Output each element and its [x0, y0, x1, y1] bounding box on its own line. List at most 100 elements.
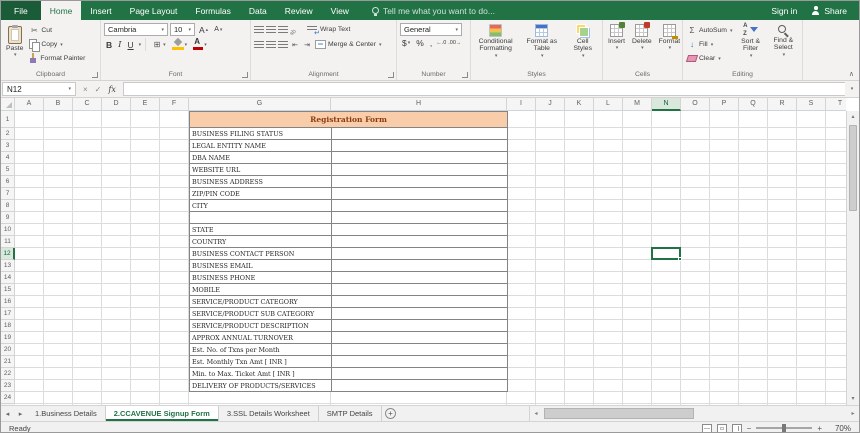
- align-bottom-icon[interactable]: [278, 25, 288, 34]
- ribbon-tab-file[interactable]: File: [1, 1, 41, 20]
- orientation-icon[interactable]: [290, 25, 300, 35]
- cell-styles-button[interactable]: Cell Styles ▾: [566, 23, 599, 60]
- autosum-button[interactable]: Σ AutoSum ▾: [686, 24, 733, 37]
- sheet-tab-1-business-details[interactable]: 1.Business Details: [27, 406, 106, 421]
- horizontal-scroll-track[interactable]: [542, 406, 847, 421]
- vertical-scrollbar[interactable]: ▴ ▾: [846, 111, 859, 405]
- row-header-14[interactable]: 14: [1, 272, 15, 284]
- italic-button[interactable]: I: [116, 40, 123, 50]
- ribbon-tab-formulas[interactable]: Formulas: [186, 1, 239, 20]
- cancel-icon[interactable]: ×: [83, 85, 88, 94]
- row-header-3[interactable]: 3: [1, 140, 15, 152]
- row-header-13[interactable]: 13: [1, 260, 15, 272]
- row-header-24[interactable]: 24: [1, 392, 15, 404]
- percent-style-button[interactable]: %: [414, 38, 426, 48]
- zoom-in-button[interactable]: +: [817, 424, 822, 433]
- ribbon-tab-page-layout[interactable]: Page Layout: [121, 1, 187, 20]
- row-header-23[interactable]: 23: [1, 380, 15, 392]
- column-header-O[interactable]: O: [681, 98, 710, 111]
- enter-icon[interactable]: ✓: [95, 85, 102, 94]
- column-header-K[interactable]: K: [565, 98, 594, 111]
- column-header-T[interactable]: T: [826, 98, 846, 111]
- conditional-formatting-button[interactable]: Conditional Formatting ▾: [474, 23, 517, 60]
- delete-cells-button[interactable]: Delete ▾: [630, 23, 654, 53]
- name-box[interactable]: N12 ▾: [2, 82, 76, 96]
- row-header-1[interactable]: 1: [1, 111, 15, 128]
- page-layout-view-icon[interactable]: [717, 424, 727, 433]
- row-header-7[interactable]: 7: [1, 188, 15, 200]
- formula-input[interactable]: [123, 82, 845, 96]
- column-header-A[interactable]: A: [15, 98, 44, 111]
- row-header-12[interactable]: 12: [1, 248, 15, 260]
- scroll-down-icon[interactable]: ▾: [847, 393, 859, 405]
- row-header-8[interactable]: 8: [1, 200, 15, 212]
- column-header-P[interactable]: P: [710, 98, 739, 111]
- column-header-G[interactable]: G: [189, 98, 331, 111]
- row-header-18[interactable]: 18: [1, 320, 15, 332]
- column-header-S[interactable]: S: [797, 98, 826, 111]
- column-header-H[interactable]: H: [331, 98, 507, 111]
- number-format-select[interactable]: General ▾: [400, 23, 462, 36]
- horizontal-scrollbar[interactable]: ◂ ▸: [529, 406, 859, 421]
- row-header-21[interactable]: 21: [1, 356, 15, 368]
- column-header-C[interactable]: C: [73, 98, 102, 111]
- sign-in-button[interactable]: Sign in: [771, 6, 797, 16]
- scroll-left-icon[interactable]: ◂: [530, 410, 542, 417]
- row-header-15[interactable]: 15: [1, 284, 15, 296]
- sheet-nav-left-icon[interactable]: ◂: [1, 406, 14, 421]
- wrap-text-button[interactable]: Wrap Text: [306, 23, 351, 36]
- vertical-scroll-thumb[interactable]: [849, 125, 857, 211]
- align-left-icon[interactable]: [254, 40, 264, 49]
- fill-button[interactable]: ↓ Fill ▾: [686, 38, 733, 51]
- decrease-indent-icon[interactable]: ⇤: [290, 41, 300, 49]
- selected-cell[interactable]: [651, 247, 681, 260]
- grid-area[interactable]: Registration FormBUSINESS FILING STATUSL…: [15, 111, 846, 405]
- column-header-N[interactable]: N: [652, 98, 681, 111]
- comma-style-button[interactable]: ,: [428, 38, 434, 48]
- insert-function-icon[interactable]: fx: [108, 85, 115, 94]
- clipboard-dialog-launcher-icon[interactable]: [92, 72, 98, 78]
- column-header-F[interactable]: F: [160, 98, 189, 111]
- fill-handle[interactable]: [678, 257, 682, 261]
- row-header-17[interactable]: 17: [1, 308, 15, 320]
- collapse-ribbon-button[interactable]: ∧: [849, 70, 854, 78]
- horizontal-scroll-thumb[interactable]: [544, 408, 694, 419]
- sheet-tab-smtp-details[interactable]: SMTP Details: [319, 406, 382, 421]
- sort-filter-button[interactable]: Sort & Filter ▾: [736, 23, 764, 60]
- merge-center-button[interactable]: Merge & Center ▾: [314, 38, 383, 51]
- align-top-icon[interactable]: [254, 25, 264, 34]
- row-header-19[interactable]: 19: [1, 332, 15, 344]
- ribbon-tab-data[interactable]: Data: [240, 1, 276, 20]
- zoom-level[interactable]: 70%: [827, 424, 851, 433]
- format-cells-button[interactable]: Format ▾: [657, 23, 683, 53]
- align-middle-icon[interactable]: [266, 25, 276, 34]
- alignment-dialog-launcher-icon[interactable]: [388, 72, 394, 78]
- borders-button[interactable]: ⊞▾: [150, 40, 168, 49]
- paste-button[interactable]: Paste ▾: [4, 23, 25, 60]
- row-header-10[interactable]: 10: [1, 224, 15, 236]
- ribbon-tab-view[interactable]: View: [322, 1, 358, 20]
- row-header-5[interactable]: 5: [1, 164, 15, 176]
- align-right-icon[interactable]: [278, 40, 288, 49]
- column-header-Q[interactable]: Q: [739, 98, 768, 111]
- select-all-corner[interactable]: [1, 98, 15, 111]
- normal-view-icon[interactable]: [702, 424, 712, 433]
- column-header-B[interactable]: B: [44, 98, 73, 111]
- row-header-2[interactable]: 2: [1, 128, 15, 140]
- scroll-right-icon[interactable]: ▸: [847, 410, 859, 417]
- expand-formula-bar-icon[interactable]: ▾: [845, 86, 859, 92]
- zoom-slider[interactable]: [756, 427, 812, 429]
- column-header-E[interactable]: E: [131, 98, 160, 111]
- bold-button[interactable]: B: [104, 40, 114, 50]
- row-header-11[interactable]: 11: [1, 236, 15, 248]
- sheet-tab-3-ssl-details-worksheet[interactable]: 3.SSL Details Worksheet: [219, 406, 319, 421]
- font-name-select[interactable]: Cambria ▾: [104, 23, 168, 36]
- column-header-L[interactable]: L: [594, 98, 623, 111]
- accounting-format-button[interactable]: $▾: [400, 38, 412, 48]
- tell-me-box[interactable]: Tell me what you want to do...: [372, 1, 495, 20]
- form-title-cell[interactable]: Registration Form: [189, 111, 508, 128]
- column-header-J[interactable]: J: [536, 98, 565, 111]
- row-header-6[interactable]: 6: [1, 176, 15, 188]
- row-header-16[interactable]: 16: [1, 296, 15, 308]
- sheet-nav-right-icon[interactable]: ▸: [14, 406, 27, 421]
